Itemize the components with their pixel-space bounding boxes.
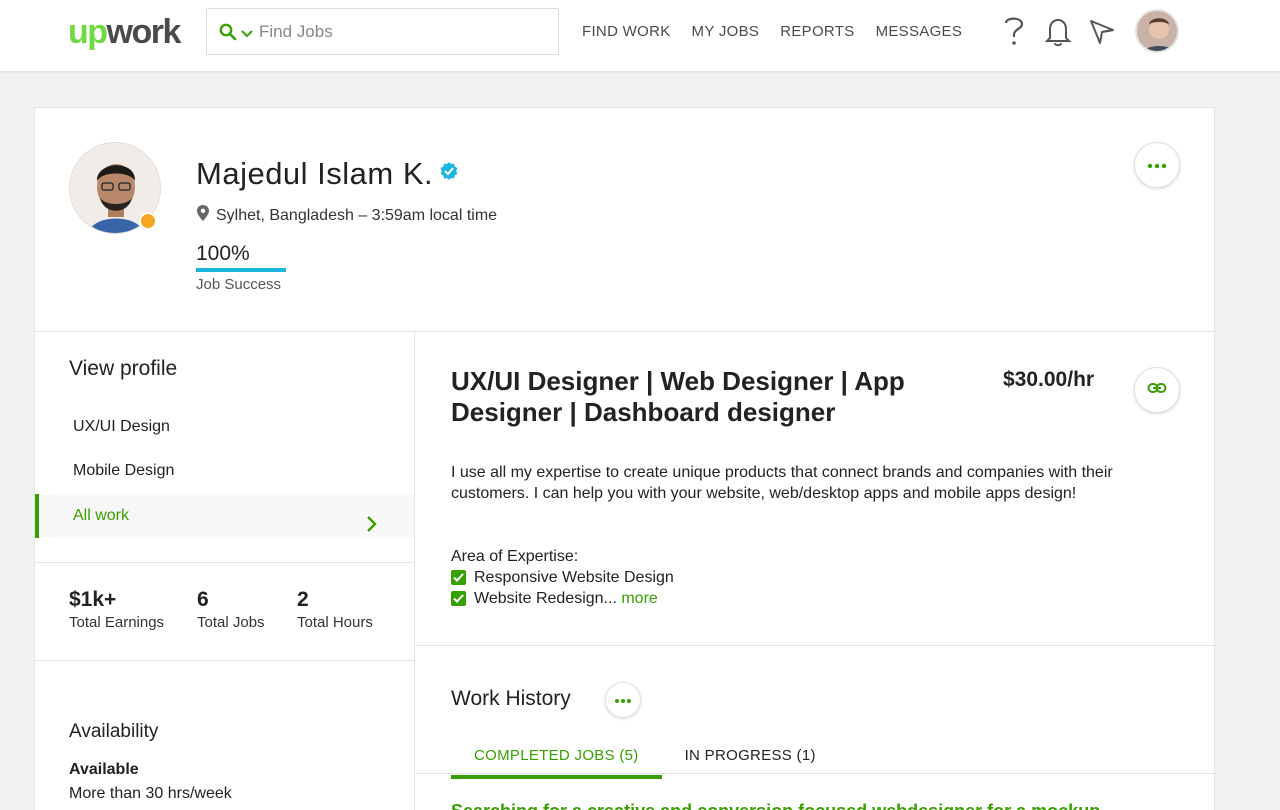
nav-messages[interactable]: MESSAGES	[876, 22, 963, 42]
copy-link-button[interactable]	[1134, 367, 1180, 413]
help-icon[interactable]	[1002, 14, 1026, 53]
profile-header: Majedul Islam K. Sylhet, Bangladesh – 3:…	[35, 108, 1216, 332]
nav-reports[interactable]: REPORTS	[780, 22, 854, 42]
checkbox-checked-icon	[451, 591, 466, 606]
more-dots-icon	[614, 691, 632, 709]
expertise-item: Website Redesign... more	[451, 588, 658, 609]
availability-value: Available	[69, 761, 139, 778]
sidebar-item-label: Mobile Design	[73, 462, 175, 479]
expertise-item: Responsive Website Design	[451, 567, 674, 588]
profile-location: Sylhet, Bangladesh – 3:59am local time	[196, 204, 497, 228]
upwork-logo[interactable]: upwork	[68, 12, 182, 52]
sidebar-item-label: All work	[73, 507, 130, 524]
availability-detail: More than 30 hrs/week	[69, 785, 232, 802]
profile-main: UX/UI Designer | Web Designer | App Desi…	[416, 332, 1216, 810]
work-history-more-button[interactable]	[605, 682, 641, 718]
link-icon	[1147, 381, 1167, 400]
sidebar-divider	[35, 562, 414, 563]
expertise-text: Website Redesign...	[474, 590, 617, 607]
stat-total-jobs: 6 Total Jobs	[197, 588, 265, 632]
job-success-bar	[196, 268, 286, 272]
expertise-label: Area of Expertise:	[451, 548, 579, 565]
profile-card: Majedul Islam K. Sylhet, Bangladesh – 3:…	[34, 107, 1216, 810]
sidebar-item-all-work[interactable]: All work	[35, 494, 414, 538]
location-pin-icon	[196, 204, 210, 228]
verified-badge-icon	[440, 162, 458, 185]
stat-label: Total Hours	[297, 614, 373, 631]
job-success-label: Job Success	[196, 276, 282, 293]
stat-value: 2	[297, 588, 309, 611]
view-profile-title: View profile	[69, 357, 178, 380]
top-navigation-bar: upwork FIND WORK MY JOBS REPORTS MESSAGE…	[0, 0, 1280, 72]
user-avatar[interactable]	[1135, 9, 1179, 53]
checkbox-checked-icon	[451, 570, 466, 585]
logo-work-text: work	[106, 13, 182, 51]
send-icon[interactable]	[1088, 18, 1116, 51]
stat-value: $1k+	[69, 588, 117, 611]
profile-sidebar: View profile UX/UI Design Mobile Design …	[35, 332, 415, 810]
profile-title: UX/UI Designer | Web Designer | App Desi…	[451, 366, 905, 427]
sidebar-item-ux-ui-design[interactable]: UX/UI Design	[35, 405, 414, 449]
job-title-link[interactable]: Searching for a creative and conversion …	[451, 800, 1100, 810]
sidebar-item-label: UX/UI Design	[73, 418, 170, 435]
more-dots-icon	[1147, 156, 1167, 174]
stat-total-earnings: $1k+ Total Earnings	[69, 588, 164, 632]
chevron-right-icon	[366, 507, 378, 551]
availability-title: Availability	[69, 721, 159, 742]
logo-up-text: up	[68, 13, 108, 51]
more-link[interactable]: more	[621, 590, 657, 607]
bell-icon[interactable]	[1044, 17, 1072, 52]
tab-in-progress[interactable]: IN PROGRESS (1)	[662, 742, 839, 779]
main-divider	[416, 645, 1216, 646]
tab-completed-jobs[interactable]: COMPLETED JOBS (5)	[451, 742, 662, 779]
chevron-down-icon[interactable]	[241, 26, 253, 44]
stat-total-hours: 2 Total Hours	[297, 588, 373, 632]
expertise-text: Responsive Website Design	[474, 569, 674, 586]
sidebar-item-mobile-design[interactable]: Mobile Design	[35, 449, 414, 493]
nav-my-jobs[interactable]: MY JOBS	[692, 22, 760, 42]
hourly-rate: $30.00/hr	[1003, 368, 1095, 391]
stat-label: Total Jobs	[197, 614, 265, 631]
location-text: Sylhet, Bangladesh – 3:59am local time	[216, 207, 498, 224]
search-box	[206, 8, 559, 55]
sidebar-divider	[35, 660, 414, 661]
profile-more-button[interactable]	[1134, 142, 1180, 188]
main-nav: FIND WORK MY JOBS REPORTS MESSAGES	[582, 22, 962, 42]
nav-find-work[interactable]: FIND WORK	[582, 22, 671, 42]
work-history-title: Work History	[451, 687, 571, 710]
stat-label: Total Earnings	[69, 614, 165, 631]
search-input[interactable]	[259, 19, 549, 45]
profile-name: Majedul Islam K.	[196, 156, 434, 191]
job-success-value: 100%	[196, 242, 250, 265]
stat-value: 6	[197, 588, 209, 611]
status-indicator	[139, 212, 157, 230]
profile-description: I use all my expertise to create unique …	[451, 464, 1113, 502]
search-icon[interactable]	[219, 23, 237, 46]
work-history-tabs: COMPLETED JOBS (5) IN PROGRESS (1)	[451, 742, 839, 779]
